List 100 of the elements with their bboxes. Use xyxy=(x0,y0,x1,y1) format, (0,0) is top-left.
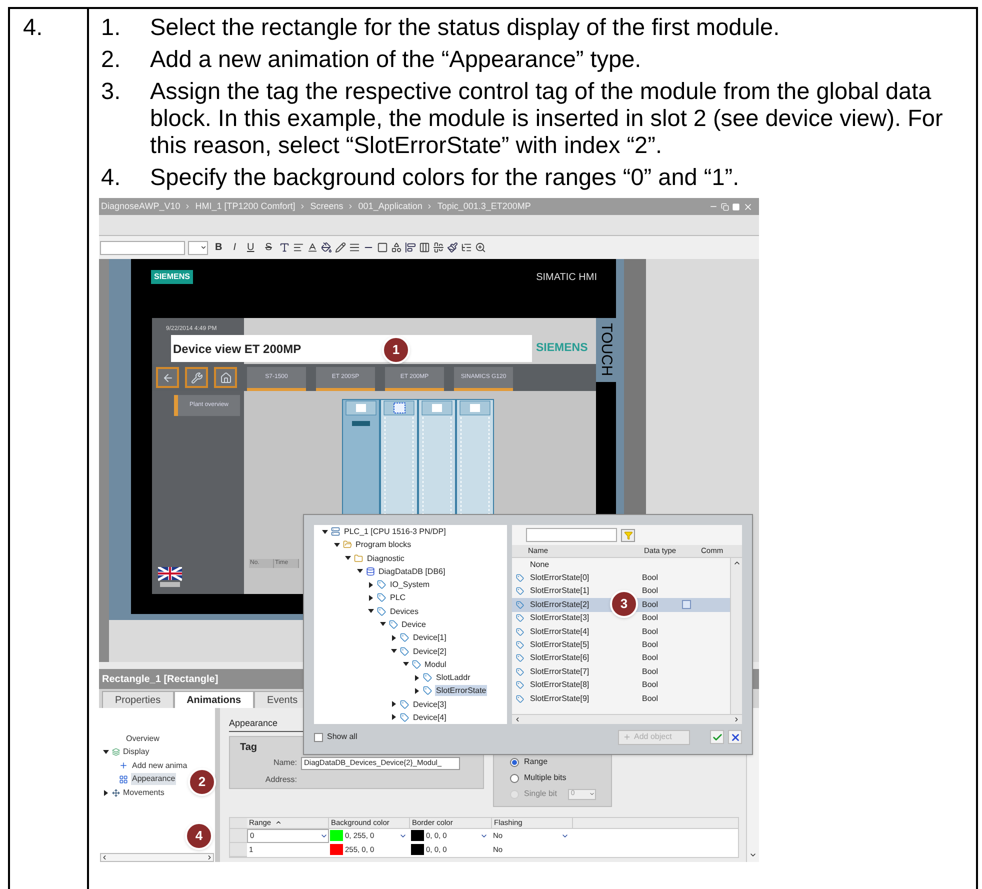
home-button[interactable] xyxy=(214,367,237,388)
font-field[interactable] xyxy=(100,240,185,254)
close-icon[interactable] xyxy=(743,202,753,212)
tag-name: SlotErrorState[8] xyxy=(530,679,590,692)
caret-right-icon[interactable] xyxy=(103,790,109,796)
tag-row[interactable]: SlotErrorState[9] Bool xyxy=(512,692,730,706)
tools-button[interactable] xyxy=(185,367,208,388)
caret-right-icon[interactable] xyxy=(368,582,374,588)
caret-right-icon[interactable] xyxy=(414,688,420,694)
tree-item[interactable]: DiagDataDB [DB6] xyxy=(378,566,446,577)
caret-right-icon[interactable] xyxy=(368,594,374,601)
restore-icon[interactable] xyxy=(721,202,729,210)
align-left-icon[interactable] xyxy=(404,242,416,253)
text-color-icon[interactable] xyxy=(306,242,318,253)
tree-item[interactable]: Modul xyxy=(424,658,448,670)
scroll-right-icon[interactable] xyxy=(206,854,213,861)
back-button[interactable] xyxy=(156,367,179,388)
square-icon[interactable] xyxy=(376,242,388,253)
nav-item[interactable]: Display xyxy=(123,746,150,758)
line-style-icon[interactable] xyxy=(348,242,360,253)
shapes-icon[interactable] xyxy=(390,242,402,253)
tag-row[interactable]: None xyxy=(512,558,730,572)
brush-icon[interactable] xyxy=(446,242,458,253)
caret-down-icon[interactable] xyxy=(322,528,328,535)
radio-button[interactable] xyxy=(510,774,519,782)
appearance-icon xyxy=(119,774,128,784)
vertical-scrollbar[interactable] xyxy=(730,558,742,714)
font-size-field[interactable] xyxy=(188,240,208,254)
tag-row[interactable]: SlotErrorState[5] Bool xyxy=(512,638,730,652)
align-icon[interactable] xyxy=(292,242,304,253)
tree-item[interactable]: Device xyxy=(400,618,427,630)
layers-icon[interactable] xyxy=(460,242,472,253)
columns-icon[interactable] xyxy=(418,242,430,253)
font-size-icon[interactable] xyxy=(278,242,290,253)
caret-down-icon[interactable] xyxy=(402,661,408,668)
caret-down-icon[interactable] xyxy=(380,621,386,628)
caret-right-icon[interactable] xyxy=(391,634,397,641)
tag-name: SlotErrorState[4] xyxy=(530,626,590,638)
format-button[interactable]: S xyxy=(261,240,276,255)
tag-name: SlotErrorState[5] xyxy=(530,639,590,652)
tree-item[interactable]: Device[3] xyxy=(412,698,448,710)
scroll-left-icon[interactable] xyxy=(514,716,521,723)
tree-item[interactable]: Device[2] xyxy=(412,646,448,657)
tree-item[interactable]: PLC xyxy=(389,592,407,604)
tree-item[interactable]: Program blocks xyxy=(354,539,412,550)
inspector-title: Rectangle_1 [Rectangle] xyxy=(102,672,218,686)
caret-down-icon[interactable] xyxy=(345,555,351,562)
caret-right-icon[interactable] xyxy=(391,714,397,720)
distribute-icon[interactable] xyxy=(432,242,444,253)
inspector-tab[interactable]: Animations xyxy=(174,691,254,708)
scroll-down-icon[interactable] xyxy=(749,851,757,859)
format-button[interactable]: U xyxy=(243,240,258,255)
format-button[interactable]: I xyxy=(229,240,240,255)
tag-row[interactable]: SlotErrorState[4] Bool xyxy=(512,624,730,638)
caret-down-icon[interactable] xyxy=(391,648,397,654)
nav-item[interactable]: Add new anima xyxy=(131,760,188,772)
tree-item[interactable]: PLC_1 [CPU 1516-3 PN/DP] xyxy=(343,526,447,538)
tag-name: SlotErrorState[7] xyxy=(530,666,590,678)
nav-item[interactable]: Movements xyxy=(123,786,164,799)
nav-item[interactable]: Overview xyxy=(126,732,160,745)
tree-item[interactable]: SlotErrorState xyxy=(435,685,488,696)
scroll-up-icon[interactable] xyxy=(732,559,740,567)
cancel-button[interactable] xyxy=(728,730,742,744)
tree-item[interactable]: Device[1] xyxy=(412,632,448,644)
nav-item[interactable]: Appearance xyxy=(131,773,176,786)
inspector-tab[interactable]: Properties xyxy=(102,691,174,708)
caret-down-icon[interactable] xyxy=(356,568,362,574)
checkbox[interactable] xyxy=(314,732,323,742)
caret-down-icon[interactable] xyxy=(368,608,374,614)
tree-item[interactable]: Devices xyxy=(389,606,420,617)
radio-button[interactable] xyxy=(510,758,519,766)
horizontal-scrollbar[interactable] xyxy=(512,714,742,724)
caret-right-icon[interactable] xyxy=(414,674,420,681)
spin-icon[interactable] xyxy=(588,791,595,797)
tree-item[interactable]: IO_System xyxy=(389,579,431,590)
tag-row[interactable]: SlotErrorState[8] Bool xyxy=(512,678,730,692)
scroll-left-icon[interactable] xyxy=(101,854,108,861)
tag-row[interactable]: SlotErrorState[6] Bool xyxy=(512,652,730,666)
search-field[interactable] xyxy=(526,528,617,542)
confirm-button[interactable] xyxy=(710,730,724,744)
filter-button[interactable] xyxy=(621,528,635,542)
maximize-icon[interactable] xyxy=(732,202,740,210)
caret-right-icon[interactable] xyxy=(391,701,397,708)
tag-row[interactable]: SlotErrorState[0] Bool xyxy=(512,571,730,585)
format-button[interactable]: B xyxy=(211,240,226,255)
sort-icon xyxy=(275,819,282,826)
chevron-right-icon xyxy=(184,203,192,210)
tag-row[interactable]: SlotErrorState[7] Bool xyxy=(512,665,730,679)
caret-down-icon[interactable] xyxy=(103,749,109,756)
caret-down-icon[interactable] xyxy=(334,542,340,548)
tag-name: None xyxy=(530,558,550,571)
tree-item[interactable]: Diagnostic xyxy=(366,552,406,564)
tree-item[interactable]: Device[4] xyxy=(412,712,448,723)
paint-bucket-icon[interactable] xyxy=(320,242,332,253)
tree-item[interactable]: SlotLaddr xyxy=(435,672,472,684)
close-icon xyxy=(730,732,740,742)
horizontal-scrollbar[interactable] xyxy=(100,853,214,862)
scroll-right-icon[interactable] xyxy=(733,716,740,723)
zoom-icon[interactable] xyxy=(474,242,486,253)
pencil-icon[interactable] xyxy=(334,242,346,253)
